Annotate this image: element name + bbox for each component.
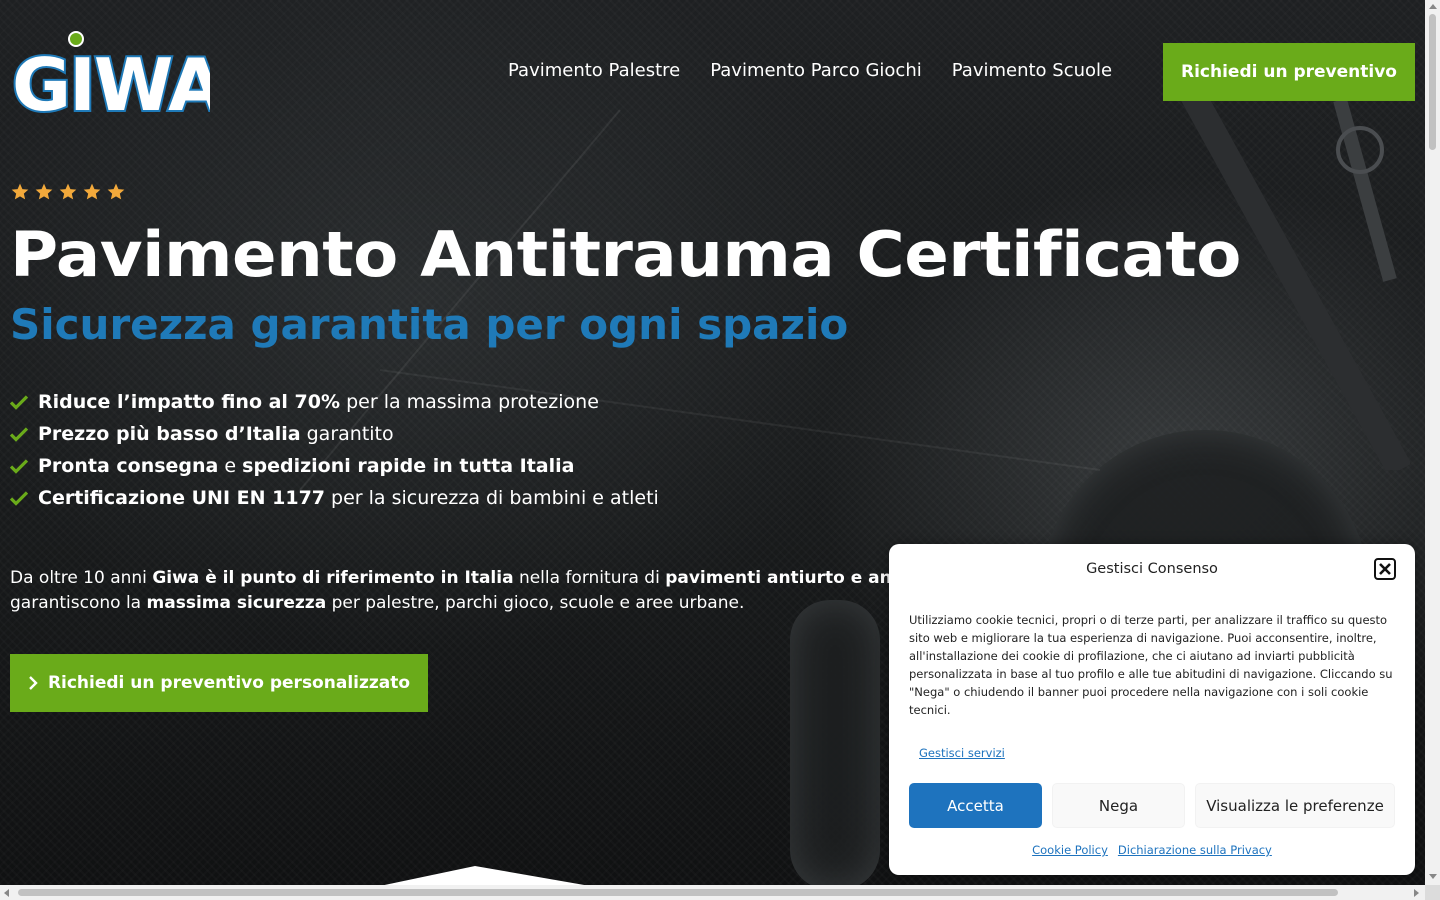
hero-subtitle: Sicurezza garantita per ogni spazio (10, 300, 849, 349)
cookie-links: Cookie Policy Dichiarazione sulla Privac… (889, 843, 1415, 857)
hero-background-bar (790, 600, 880, 885)
scroll-down-icon[interactable] (1429, 874, 1437, 879)
manage-services-link[interactable]: Gestisci servizi (919, 746, 1005, 760)
request-quote-button[interactable]: Richiedi un preventivo (1163, 43, 1415, 101)
feature-text: per la massima protezione (340, 391, 599, 413)
chevron-right-icon (29, 676, 38, 690)
nav-link-scuole[interactable]: Pavimento Scuole (952, 60, 1112, 81)
feature-list: Riduce l’impatto fino al 70% per la mass… (10, 386, 659, 514)
accept-button[interactable]: Accetta (909, 783, 1042, 828)
horizontal-scrollbar[interactable] (0, 885, 1425, 900)
rating-stars (10, 182, 126, 202)
check-icon (10, 459, 28, 474)
check-icon (10, 395, 28, 410)
section-divider (380, 866, 590, 886)
feature-item: Riduce l’impatto fino al 70% per la mass… (10, 386, 659, 418)
close-icon[interactable] (1374, 558, 1396, 580)
scroll-left-icon[interactable] (4, 889, 9, 897)
horizontal-scroll-thumb[interactable] (18, 889, 1338, 896)
star-icon (107, 183, 125, 200)
feature-text: e (218, 455, 243, 477)
feature-bold: spedizioni rapide in tutta Italia (242, 455, 575, 477)
feature-item: Prezzo più basso d’Italia garantito (10, 418, 659, 450)
feature-bold: Certificazione UNI EN 1177 (38, 487, 326, 509)
star-icon (83, 183, 101, 200)
deny-button[interactable]: Nega (1052, 783, 1185, 828)
check-icon (10, 427, 28, 442)
feature-bold: Prezzo più basso d’Italia (38, 423, 301, 445)
logo-text: GIWA (12, 43, 210, 114)
star-icon (11, 183, 29, 200)
cookie-description: Utilizziamo cookie tecnici, propri o di … (909, 613, 1393, 717)
scrollbar-corner (1425, 885, 1440, 900)
personalized-quote-label: Richiedi un preventivo personalizzato (47, 673, 411, 693)
star-icon (59, 183, 77, 200)
main-nav: Pavimento Palestre Pavimento Parco Gioch… (508, 60, 1112, 81)
feature-bold: Riduce l’impatto fino al 70% (38, 391, 341, 413)
feature-text: garantito (300, 423, 394, 445)
hero-title: Pavimento Antitrauma Certificato (10, 218, 1241, 291)
check-icon (10, 491, 28, 506)
cookie-consent-dialog: Gestisci Consenso Utilizziamo cookie tec… (889, 544, 1415, 875)
nav-link-parco-giochi[interactable]: Pavimento Parco Giochi (710, 60, 922, 81)
feature-text: per la sicurezza di bambini e atleti (325, 487, 659, 509)
cookie-policy-link[interactable]: Cookie Policy (1032, 843, 1108, 857)
star-icon (35, 183, 53, 200)
cookie-title: Gestisci Consenso (1086, 561, 1218, 577)
feature-item: Certificazione UNI EN 1177 per la sicure… (10, 482, 659, 514)
feature-bold: Pronta consegna (38, 455, 219, 477)
nav-link-palestre[interactable]: Pavimento Palestre (508, 60, 680, 81)
scroll-right-icon[interactable] (1414, 889, 1419, 897)
feature-item: Pronta consegna e spedizioni rapide in t… (10, 450, 659, 482)
giwa-logo[interactable]: GIWA (10, 30, 210, 114)
privacy-statement-link[interactable]: Dichiarazione sulla Privacy (1118, 843, 1272, 857)
vertical-scrollbar[interactable] (1425, 0, 1440, 885)
personalized-quote-button[interactable]: Richiedi un preventivo personalizzato (10, 654, 428, 712)
scroll-up-icon[interactable] (1429, 4, 1437, 9)
vertical-scroll-thumb[interactable] (1429, 14, 1436, 150)
view-preferences-button[interactable]: Visualizza le preferenze (1195, 783, 1395, 828)
